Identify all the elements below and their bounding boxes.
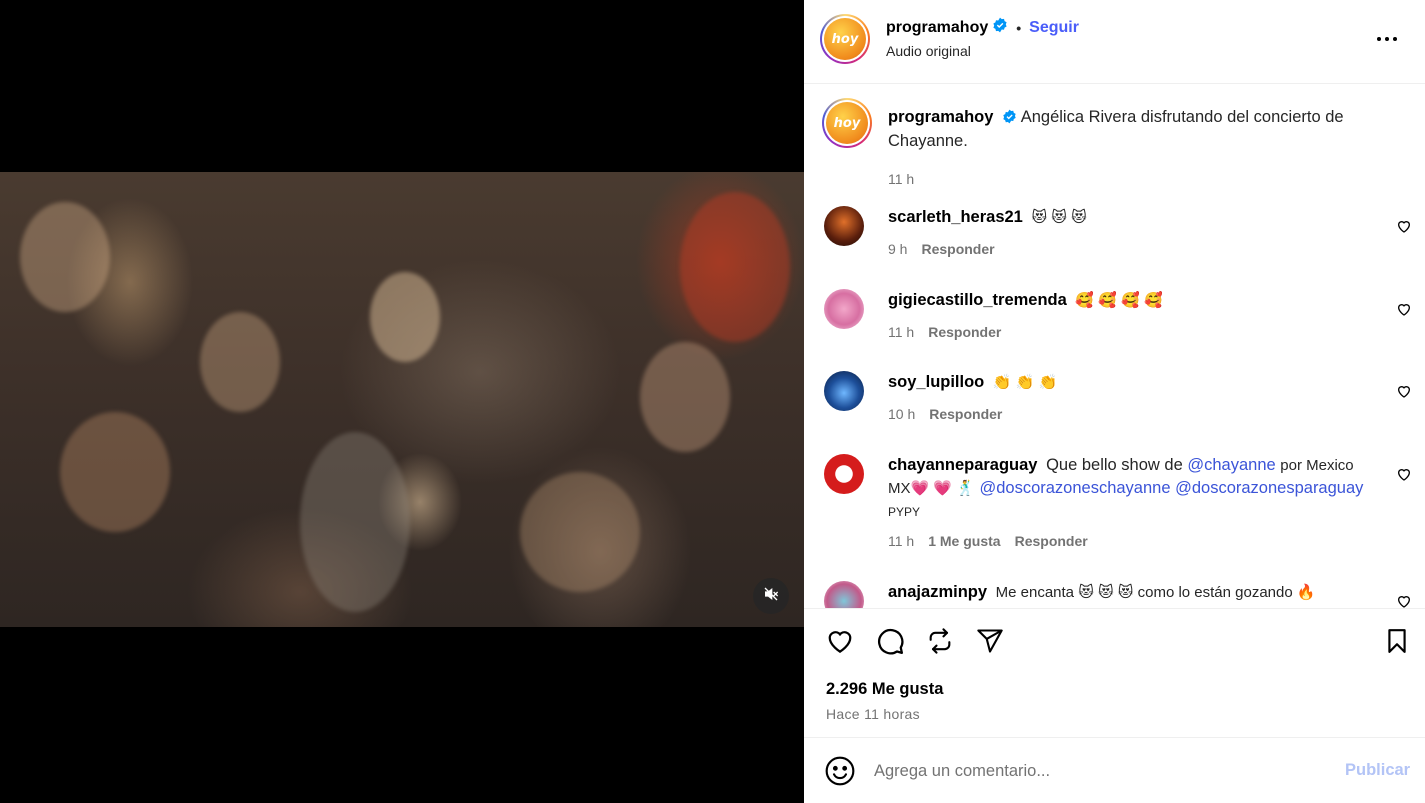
heart-icon xyxy=(1396,221,1412,238)
heart-icon xyxy=(1396,596,1412,608)
reply-button[interactable]: Responder xyxy=(929,406,1002,422)
comment-like-button[interactable] xyxy=(1396,383,1412,399)
repost-icon xyxy=(926,627,954,660)
mute-icon xyxy=(763,586,779,607)
comment-avatar[interactable] xyxy=(824,289,864,329)
likes-count[interactable]: 2.296 Me gusta xyxy=(826,680,943,699)
comment-time[interactable]: 11 h xyxy=(888,533,914,549)
caption-username[interactable]: programahoy xyxy=(888,108,993,126)
verified-icon xyxy=(992,17,1008,38)
comment-input[interactable] xyxy=(874,757,1314,785)
reply-button[interactable]: Responder xyxy=(1015,533,1088,549)
heart-icon xyxy=(1396,386,1412,403)
more-icon xyxy=(1376,29,1398,47)
author-username[interactable]: programahoy xyxy=(886,19,988,37)
heart-icon xyxy=(1396,304,1412,321)
verified-icon xyxy=(1002,108,1017,130)
emoji-icon xyxy=(824,756,856,791)
separator-dot: • xyxy=(1016,19,1022,36)
hoy-logo: hoy xyxy=(826,102,868,144)
comment-username[interactable]: chayanneparaguay xyxy=(888,456,1037,474)
mute-button[interactable] xyxy=(753,578,789,614)
comment-username[interactable]: scarleth_heras21 xyxy=(888,208,1023,226)
share-icon xyxy=(976,627,1004,660)
comment-text: Me encanta 😻 😻 😻 como lo están gozando 🔥 xyxy=(995,584,1316,601)
comment-like-button[interactable] xyxy=(1396,593,1412,608)
post-timestamp[interactable]: Hace 11 horas xyxy=(826,706,920,722)
comment-username[interactable]: soy_lupilloo xyxy=(888,373,984,391)
mention-link[interactable]: @doscorazoneschayanne xyxy=(979,479,1170,497)
publish-button[interactable]: Publicar xyxy=(1345,761,1410,780)
emoji-button[interactable] xyxy=(824,755,856,787)
mention-link[interactable]: @chayanne xyxy=(1187,456,1275,474)
comment-likes[interactable]: 1 Me gusta xyxy=(928,533,1000,549)
comment-time[interactable]: 9 h xyxy=(888,241,907,257)
comment-avatar[interactable] xyxy=(824,206,864,246)
comment-like-button[interactable] xyxy=(1396,301,1412,317)
reply-button[interactable]: Responder xyxy=(928,324,1001,340)
comment-text: 👏 👏 👏 xyxy=(992,374,1058,391)
post-header: hoy programahoy • Seguir Audio original xyxy=(804,0,1425,84)
comment-avatar[interactable] xyxy=(824,371,864,411)
more-options-button[interactable] xyxy=(1372,28,1402,48)
post-actions: 2.296 Me gusta Hace 11 horas xyxy=(804,608,1425,738)
comment-username[interactable]: gigiecastillo_tremenda xyxy=(888,291,1067,309)
comment-text: Que bello show de xyxy=(1046,456,1183,474)
comment-avatar[interactable] xyxy=(824,454,864,494)
reply-button[interactable]: Responder xyxy=(921,241,994,257)
comment-text: 🥰 🥰 🥰 🥰 xyxy=(1075,292,1163,309)
mention-link[interactable]: @doscorazonesparaguay xyxy=(1175,479,1363,497)
comment-composer: Publicar xyxy=(804,739,1425,803)
comment-time[interactable]: 10 h xyxy=(888,406,915,422)
bookmark-icon xyxy=(1384,627,1410,660)
heart-icon xyxy=(825,626,855,661)
author-avatar[interactable]: hoy xyxy=(820,14,870,64)
media-area xyxy=(0,0,804,803)
save-button[interactable] xyxy=(1381,627,1413,659)
post-panel: hoy programahoy • Seguir Audio original … xyxy=(804,0,1425,803)
follow-button[interactable]: Seguir xyxy=(1029,19,1079,37)
comment-text: PYPY xyxy=(888,505,921,519)
comment-like-button[interactable] xyxy=(1396,466,1412,482)
comment-icon xyxy=(875,626,905,661)
comment-username[interactable]: anajazminpy xyxy=(888,583,987,601)
hoy-logo: hoy xyxy=(824,18,866,60)
repost-button[interactable] xyxy=(924,627,956,659)
comment-time[interactable]: 11 h xyxy=(888,324,914,340)
comment-avatar[interactable] xyxy=(824,581,864,608)
comments-list[interactable]: hoy programahoy Angélica Rivera disfruta… xyxy=(804,85,1425,608)
like-button[interactable] xyxy=(824,627,856,659)
audio-label[interactable]: Audio original xyxy=(886,43,971,59)
share-button[interactable] xyxy=(974,627,1006,659)
comment-text: 😻 😻 😻 xyxy=(1031,209,1087,226)
comment-button[interactable] xyxy=(874,627,906,659)
caption-time: 11 h xyxy=(888,171,915,187)
caption-avatar[interactable]: hoy xyxy=(822,98,872,148)
heart-icon xyxy=(1396,469,1412,486)
comment-like-button[interactable] xyxy=(1396,218,1412,234)
video-player[interactable] xyxy=(0,172,804,627)
